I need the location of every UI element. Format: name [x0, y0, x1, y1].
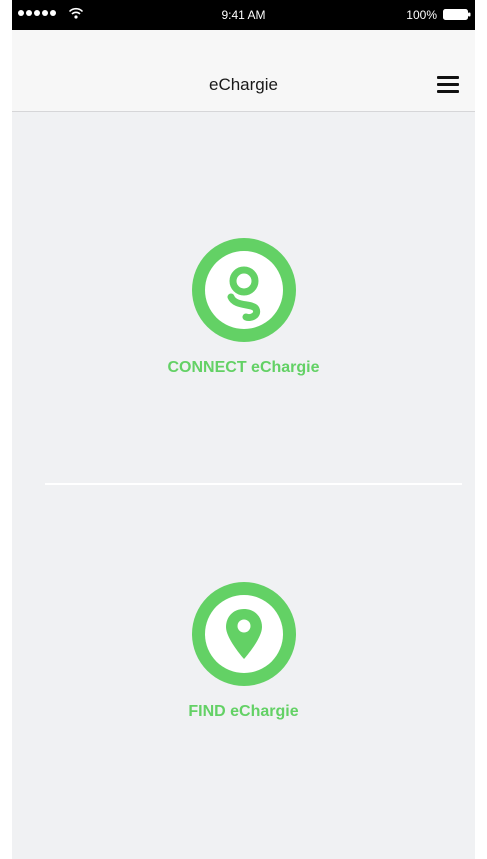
map-pin-icon: [225, 609, 262, 659]
navigation-bar: eChargie: [12, 30, 475, 112]
page-title: eChargie: [209, 75, 278, 94]
section-divider: [45, 483, 462, 485]
status-bar: 9:41 AM 100%: [12, 0, 475, 30]
connect-circle[interactable]: [191, 238, 296, 342]
app-screen: 9:41 AM 100% eChargie CONNECT eChargie F…: [12, 0, 475, 859]
battery-icon: [443, 9, 471, 20]
echargie-logo-icon: [227, 266, 260, 321]
battery-percentage: 100%: [406, 8, 437, 22]
find-circle[interactable]: [191, 582, 296, 686]
hamburger-menu-icon[interactable]: [437, 76, 459, 94]
connect-echargie-button[interactable]: CONNECT eChargie: [12, 238, 475, 377]
connect-label[interactable]: CONNECT eChargie: [12, 359, 475, 377]
find-label[interactable]: FIND eChargie: [12, 703, 475, 721]
find-echargie-button[interactable]: FIND eChargie: [12, 582, 475, 721]
